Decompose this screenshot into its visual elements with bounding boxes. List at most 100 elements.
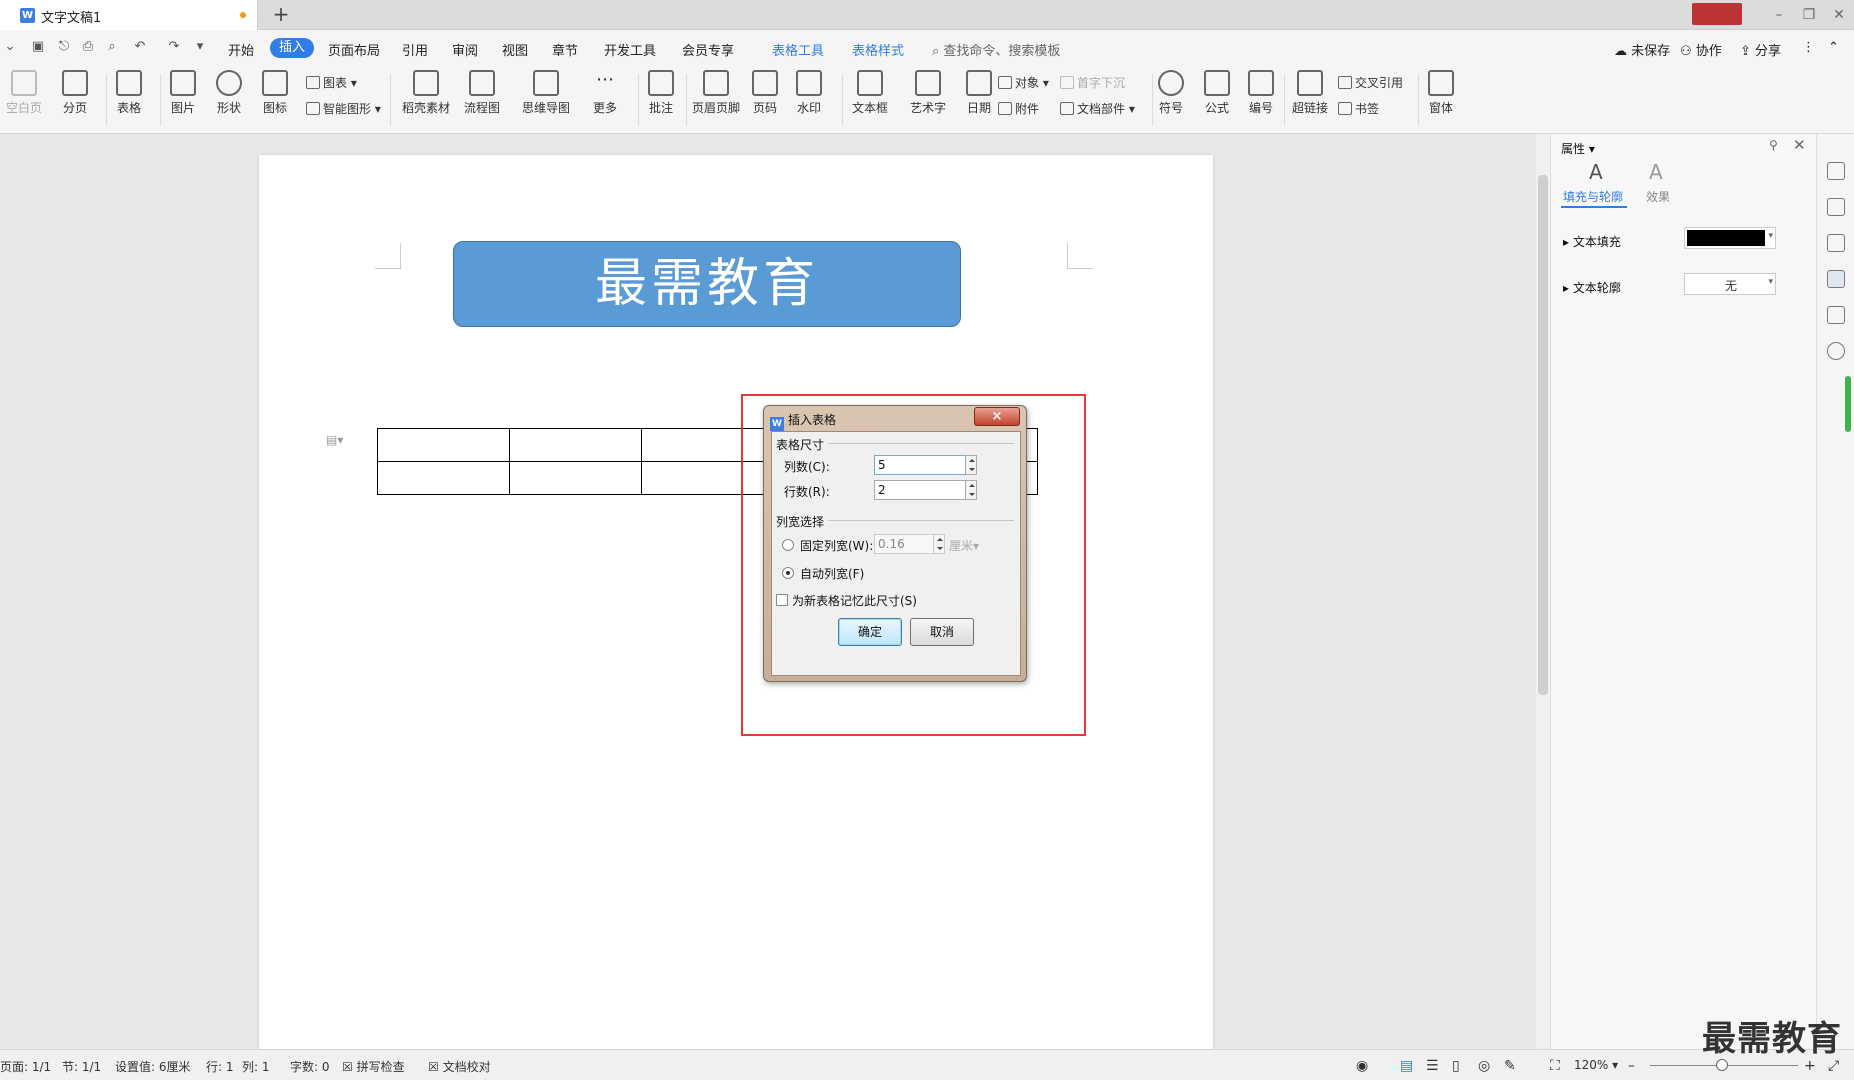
dialog-title-bar[interactable]: W 插入表格 — [770, 411, 836, 431]
fixed-width-spinner[interactable] — [933, 534, 945, 554]
menu-chapter[interactable]: 章节 — [552, 40, 578, 59]
cols-spinner[interactable] — [965, 455, 977, 475]
page-view-icon[interactable]: ▤ — [1400, 1058, 1413, 1074]
doc-parts-button[interactable]: 文档部件 ▾ — [1060, 100, 1135, 117]
fixed-width-input[interactable]: 0.16 — [874, 534, 934, 554]
menu-member[interactable]: 会员专享 — [682, 40, 734, 59]
tab-fill-outline[interactable]: 填充与轮廓 — [1563, 188, 1623, 205]
auto-width-radio[interactable] — [782, 567, 794, 579]
cancel-button[interactable]: 取消 — [910, 618, 974, 646]
table-cell[interactable] — [509, 461, 642, 495]
status-words[interactable]: 字数: 0 — [290, 1058, 330, 1075]
table-cell[interactable] — [377, 428, 510, 462]
textbox-button[interactable]: 文本框 — [852, 70, 888, 116]
table-cell[interactable] — [509, 428, 642, 462]
smart-shape-button[interactable]: 智能图形 ▾ — [306, 100, 381, 117]
cols-input[interactable]: 5 — [874, 455, 966, 475]
text-outline-select[interactable]: 无 ▾ — [1684, 273, 1776, 295]
minimize-icon[interactable]: – — [1764, 7, 1794, 23]
rocket-icon[interactable] — [1827, 162, 1845, 180]
panel-title-dropdown[interactable]: 属性 ▾ — [1561, 140, 1595, 157]
picture-button[interactable]: 图片 — [170, 70, 196, 116]
customize-chevron-icon[interactable]: ▾ — [192, 39, 208, 55]
zoom-slider-thumb[interactable] — [1716, 1059, 1728, 1071]
share-button[interactable]: ⇪ 分享 — [1740, 40, 1781, 59]
collapse-ribbon-icon[interactable]: ⌃ — [1828, 40, 1839, 55]
page-number-button[interactable]: 页码 — [752, 70, 778, 116]
search-command[interactable]: ⌕ 查找命令、搜索模板 — [932, 40, 1060, 59]
mindmap-button[interactable]: 思维导图 — [522, 70, 570, 116]
pin-icon[interactable]: ⚲ — [1769, 138, 1778, 152]
zoom-out-icon[interactable]: – — [1628, 1058, 1635, 1074]
title-banner-shape[interactable]: 最需教育 — [453, 241, 961, 327]
more-button[interactable]: ⋯ 更多 — [592, 70, 618, 116]
chart-button[interactable]: 图表 ▾ — [306, 74, 357, 91]
outline-view-icon[interactable]: ☰ — [1426, 1058, 1439, 1074]
print-preview-icon[interactable]: ⌕ — [104, 39, 120, 55]
menu-table-tools[interactable]: 表格工具 — [772, 40, 824, 59]
status-page[interactable]: 页面: 1/1 — [0, 1058, 51, 1075]
menu-review[interactable]: 审阅 — [452, 40, 478, 59]
web-view-icon[interactable]: ◎ — [1478, 1058, 1490, 1074]
read-view-icon[interactable]: ▯ — [1452, 1058, 1460, 1074]
properties-icon[interactable] — [1827, 270, 1845, 288]
text-fill-expander[interactable]: ▸ 文本填充 — [1563, 233, 1621, 250]
redo-icon[interactable]: ↷ — [166, 39, 182, 55]
text-outline-expander[interactable]: ▸ 文本轮廓 — [1563, 279, 1621, 296]
rows-input[interactable]: 2 — [874, 480, 966, 500]
export-icon[interactable]: ⎋ — [56, 39, 72, 55]
collapse-chevron-icon[interactable]: ⌄ — [2, 39, 18, 55]
paragraph-handle-icon[interactable]: ▤▾ — [326, 433, 343, 447]
cursor-icon[interactable] — [1827, 234, 1845, 252]
fixed-width-radio[interactable] — [782, 539, 794, 551]
menu-reference[interactable]: 引用 — [402, 40, 428, 59]
rows-spinner[interactable] — [965, 480, 977, 500]
fullscreen-icon[interactable]: ⤢ — [1828, 1058, 1839, 1074]
hyperlink-button[interactable]: 超链接 — [1292, 70, 1328, 116]
menu-developer[interactable]: 开发工具 — [604, 40, 656, 59]
flowchart-button[interactable]: 流程图 — [464, 70, 500, 116]
close-window-icon[interactable]: ✕ — [1824, 7, 1854, 23]
skin-logo-icon[interactable] — [1692, 3, 1742, 25]
menu-insert[interactable]: 插入 — [270, 38, 315, 58]
table-cell[interactable] — [377, 461, 510, 495]
remember-size-checkbox[interactable] — [776, 594, 788, 606]
wordart-button[interactable]: 艺术字 — [910, 70, 946, 116]
menu-start[interactable]: 开始 — [228, 40, 254, 59]
window-form-button[interactable]: 窗体 — [1428, 70, 1454, 116]
date-button[interactable]: 日期 — [966, 70, 992, 116]
panel-close-icon[interactable]: ✕ — [1793, 136, 1806, 154]
fit-page-icon[interactable]: ⛶ — [1550, 1058, 1560, 1074]
bookmark-button[interactable]: 书签 — [1338, 100, 1379, 117]
comment-button[interactable]: 批注 — [648, 70, 674, 116]
shell-material-button[interactable]: 稻壳素材 — [402, 70, 450, 116]
zoom-in-icon[interactable]: + — [1804, 1058, 1816, 1074]
blank-page-button[interactable]: 空白页 — [6, 70, 42, 116]
dropcap-button[interactable]: 首字下沉 — [1060, 74, 1125, 91]
dialog-close-button[interactable]: × — [974, 407, 1020, 426]
unit-select[interactable]: 厘米▾ — [949, 537, 979, 554]
ok-button[interactable]: 确定 — [838, 618, 902, 646]
attachment-button[interactable]: 附件 — [998, 100, 1039, 117]
print-icon[interactable]: ⎙ — [80, 39, 96, 55]
write-mode-icon[interactable]: ✎ — [1504, 1058, 1516, 1074]
menu-table-style[interactable]: 表格样式 — [852, 40, 904, 59]
spell-check-button[interactable]: ☒ 拼写检查 — [342, 1058, 405, 1075]
pen-icon[interactable] — [1827, 198, 1845, 216]
unsaved-button[interactable]: ☁ 未保存 — [1614, 40, 1670, 59]
new-tab-button[interactable]: + — [270, 3, 292, 25]
scrollbar-thumb[interactable] — [1538, 175, 1548, 695]
undo-icon[interactable]: ↶ — [132, 39, 148, 55]
collab-button[interactable]: ⚇ 协作 — [1680, 40, 1722, 59]
save-icon[interactable]: ▣ — [30, 39, 46, 55]
help-icon[interactable] — [1827, 342, 1845, 360]
document-tab[interactable]: W 文字文稿1 — [0, 0, 258, 30]
archive-icon[interactable] — [1827, 306, 1845, 324]
zoom-select[interactable]: 120% ▾ — [1574, 1058, 1618, 1072]
menu-view[interactable]: 视图 — [502, 40, 528, 59]
symbol-button[interactable]: 符号 — [1158, 70, 1184, 116]
table-button[interactable]: 表格 — [116, 70, 142, 116]
shape-button[interactable]: 形状 — [216, 70, 242, 116]
formula-button[interactable]: 公式 — [1204, 70, 1230, 116]
page-break-button[interactable]: 分页 — [62, 70, 88, 116]
